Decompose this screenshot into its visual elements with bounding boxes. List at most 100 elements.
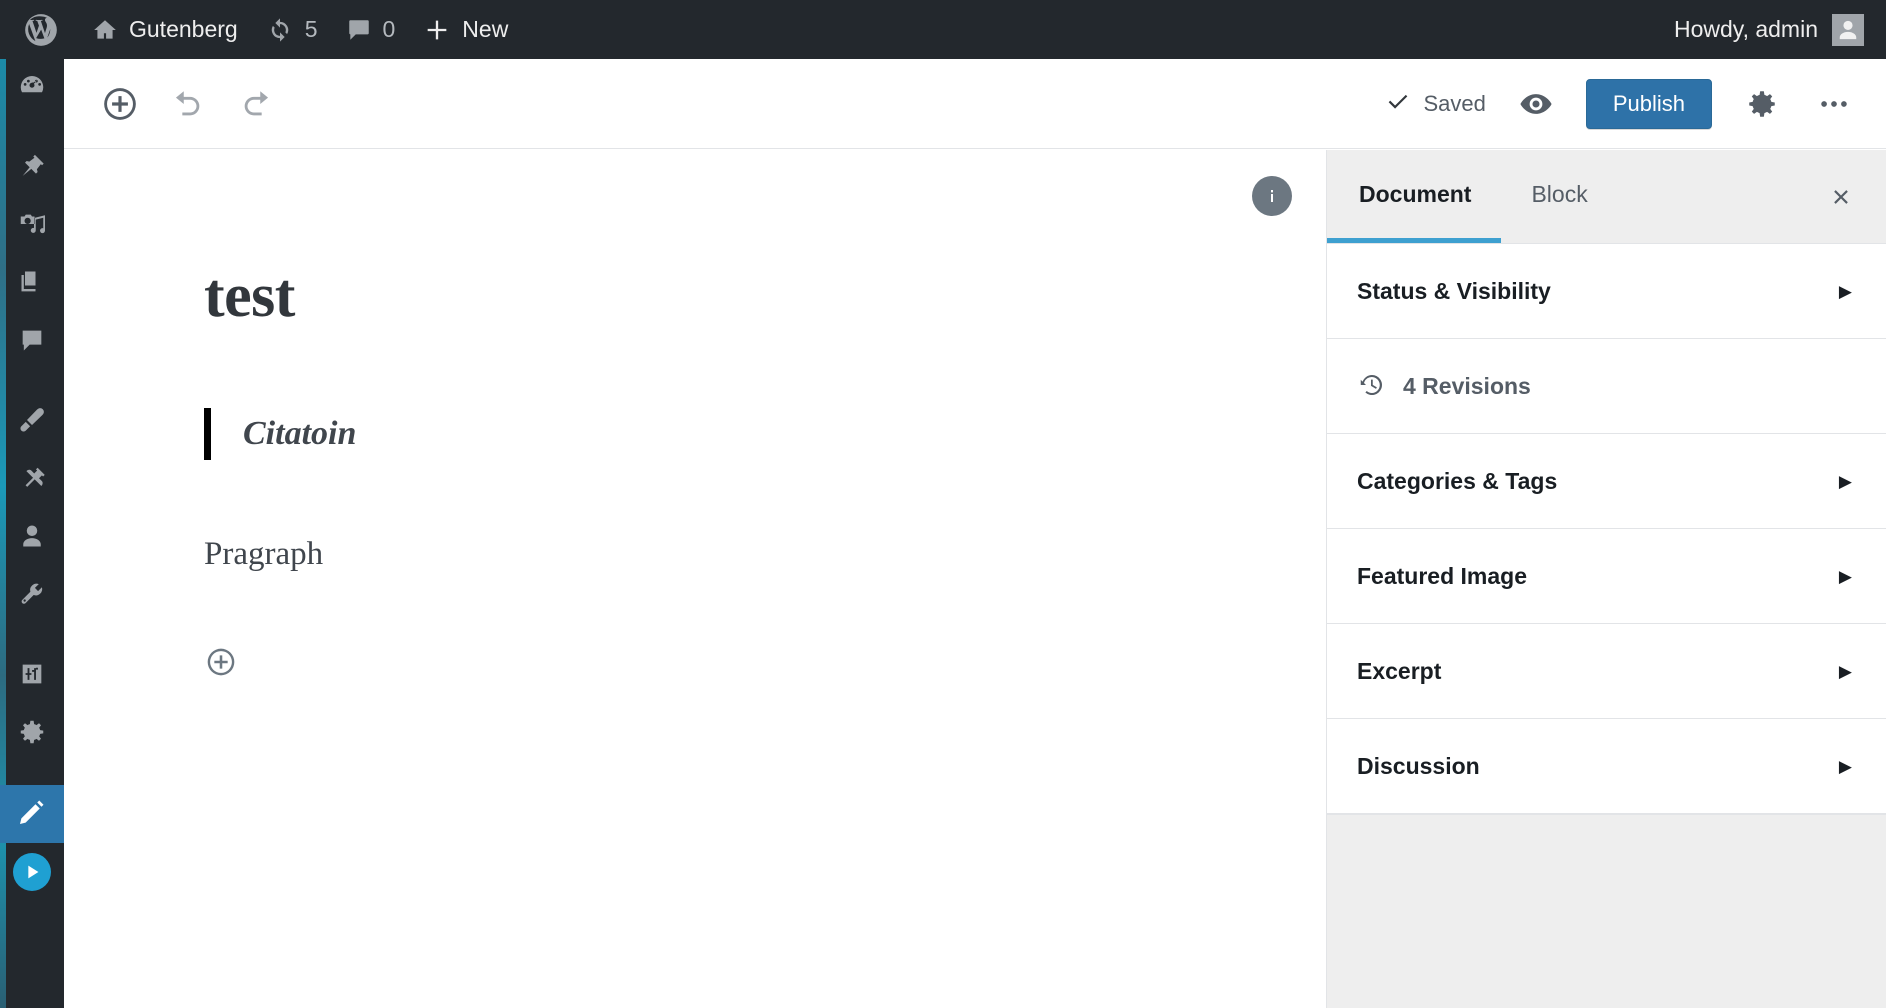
revisions-clock-icon <box>1357 370 1387 403</box>
howdy-label: Howdy, admin <box>1673 16 1818 42</box>
sidebar-item-gutenberg[interactable] <box>0 785 64 843</box>
content-structure-info-icon[interactable] <box>1252 176 1292 216</box>
settings-sidebar: Document Block Status & Visibility ▶ 4 R… <box>1326 150 1886 1008</box>
site-name-label: Gutenberg <box>129 16 238 42</box>
check-icon <box>1385 88 1411 120</box>
panel-featured-image: Featured Image ▶ <box>1327 529 1886 624</box>
new-content-menu[interactable]: New <box>409 0 522 59</box>
menu-separator <box>0 117 64 139</box>
chevron-right-icon: ▶ <box>1838 661 1852 681</box>
panel-categories-tags-toggle[interactable]: Categories & Tags ▶ <box>1327 434 1886 528</box>
sidebar-item-posts[interactable] <box>0 139 64 197</box>
panel-discussion-toggle[interactable]: Discussion ▶ <box>1327 719 1886 813</box>
more-options-button[interactable] <box>1812 82 1856 126</box>
wordpress-editor-screen: Gutenberg 5 0 New Howdy, admin Saved Pub… <box>0 0 1886 1008</box>
add-block-button[interactable] <box>98 82 142 126</box>
new-label: New <box>462 16 509 42</box>
plus-icon <box>423 16 451 44</box>
saved-label: Saved <box>1423 90 1486 116</box>
tab-document[interactable]: Document <box>1327 150 1502 243</box>
panel-categories-tags: Categories & Tags ▶ <box>1327 434 1886 529</box>
play-icon <box>13 853 51 891</box>
sidebar-item-dashboard[interactable] <box>0 59 64 117</box>
updates-count: 5 <box>304 16 318 42</box>
comment-bubble-icon <box>346 17 372 43</box>
avatar <box>1832 13 1864 46</box>
brush-icon <box>17 405 47 440</box>
comments-count: 0 <box>382 16 396 42</box>
panel-title: Featured Image <box>1357 562 1527 589</box>
quote-block[interactable]: Citatoin <box>204 408 1326 461</box>
wp-logo-menu[interactable] <box>0 0 78 59</box>
editor-content-area: test Citatoin Pragraph <box>64 150 1326 1008</box>
dashboard-icon <box>17 71 47 106</box>
menu-separator <box>0 625 64 647</box>
sidebar-item-options[interactable] <box>0 705 64 763</box>
preview-button[interactable] <box>1514 82 1558 126</box>
panel-excerpt-toggle[interactable]: Excerpt ▶ <box>1327 624 1886 718</box>
paragraph-block[interactable]: Pragraph <box>204 536 1326 573</box>
menu-separator <box>0 763 64 785</box>
chevron-right-icon: ▶ <box>1838 566 1852 586</box>
panel-status-visibility: Status & Visibility ▶ <box>1327 244 1886 339</box>
pages-icon <box>18 268 46 301</box>
gear-icon <box>17 717 47 752</box>
chevron-right-icon: ▶ <box>1838 471 1852 491</box>
sidebar-item-media-player[interactable] <box>0 843 64 901</box>
user-icon <box>18 522 46 555</box>
panel-title: Categories & Tags <box>1357 467 1558 494</box>
chevron-right-icon: ▶ <box>1838 281 1852 301</box>
post-body: test Citatoin Pragraph <box>64 216 1326 679</box>
sidebar-item-settings[interactable] <box>0 647 64 705</box>
updates-menu[interactable]: 5 <box>252 0 332 59</box>
sidebar-item-comments[interactable] <box>0 313 64 371</box>
sliders-icon <box>18 660 46 693</box>
sidebar-item-appearance[interactable] <box>0 393 64 451</box>
sidebar-empty-area <box>1327 814 1886 1008</box>
revisions-label: 4 Revisions <box>1403 372 1531 399</box>
save-status[interactable]: Saved <box>1385 88 1486 120</box>
sidebar-item-tools[interactable] <box>0 567 64 625</box>
close-settings-button[interactable] <box>1818 150 1864 243</box>
publish-button[interactable]: Publish <box>1585 78 1712 129</box>
comment-icon <box>18 326 46 359</box>
plug-icon <box>18 464 46 497</box>
tab-block[interactable]: Block <box>1501 150 1617 243</box>
editor-toolbar: Saved Publish <box>64 59 1886 149</box>
editor-toolbar-right: Saved Publish <box>1385 78 1886 129</box>
panel-title: Status & Visibility <box>1357 277 1551 304</box>
wrench-icon <box>18 580 46 613</box>
sidebar-item-media[interactable] <box>0 197 64 255</box>
panel-featured-image-toggle[interactable]: Featured Image ▶ <box>1327 529 1886 623</box>
inserter-button[interactable] <box>204 645 238 679</box>
panel-excerpt: Excerpt ▶ <box>1327 624 1886 719</box>
sidebar-tabs: Document Block <box>1327 150 1886 244</box>
home-icon <box>92 17 118 43</box>
panel-title: Excerpt <box>1357 657 1442 684</box>
admin-bar: Gutenberg 5 0 New Howdy, admin <box>0 0 1886 59</box>
quote-text[interactable]: Citatoin <box>243 415 356 453</box>
sidebar-item-plugins[interactable] <box>0 451 64 509</box>
redo-button[interactable] <box>234 82 278 126</box>
pencil-icon <box>17 797 47 832</box>
content-info-row <box>64 150 1326 216</box>
sidebar-item-pages[interactable] <box>0 255 64 313</box>
updates-icon <box>266 16 294 44</box>
post-title[interactable]: test <box>204 262 1326 330</box>
panel-status-visibility-toggle[interactable]: Status & Visibility ▶ <box>1327 244 1886 338</box>
chevron-right-icon: ▶ <box>1838 756 1852 776</box>
wordpress-logo-icon <box>22 11 60 49</box>
comments-menu[interactable]: 0 <box>332 0 410 59</box>
panel-title: Discussion <box>1357 752 1480 779</box>
revisions-link[interactable]: 4 Revisions <box>1327 339 1886 433</box>
undo-button[interactable] <box>166 82 210 126</box>
menu-separator <box>0 371 64 393</box>
panel-revisions: 4 Revisions <box>1327 339 1886 434</box>
sidebar-item-users[interactable] <box>0 509 64 567</box>
media-icon <box>17 209 47 244</box>
default-block-appender <box>204 645 1326 679</box>
settings-button[interactable] <box>1740 82 1784 126</box>
site-name-menu[interactable]: Gutenberg <box>78 0 252 59</box>
my-account-menu[interactable]: Howdy, admin <box>1673 13 1886 46</box>
pin-icon <box>18 152 46 185</box>
